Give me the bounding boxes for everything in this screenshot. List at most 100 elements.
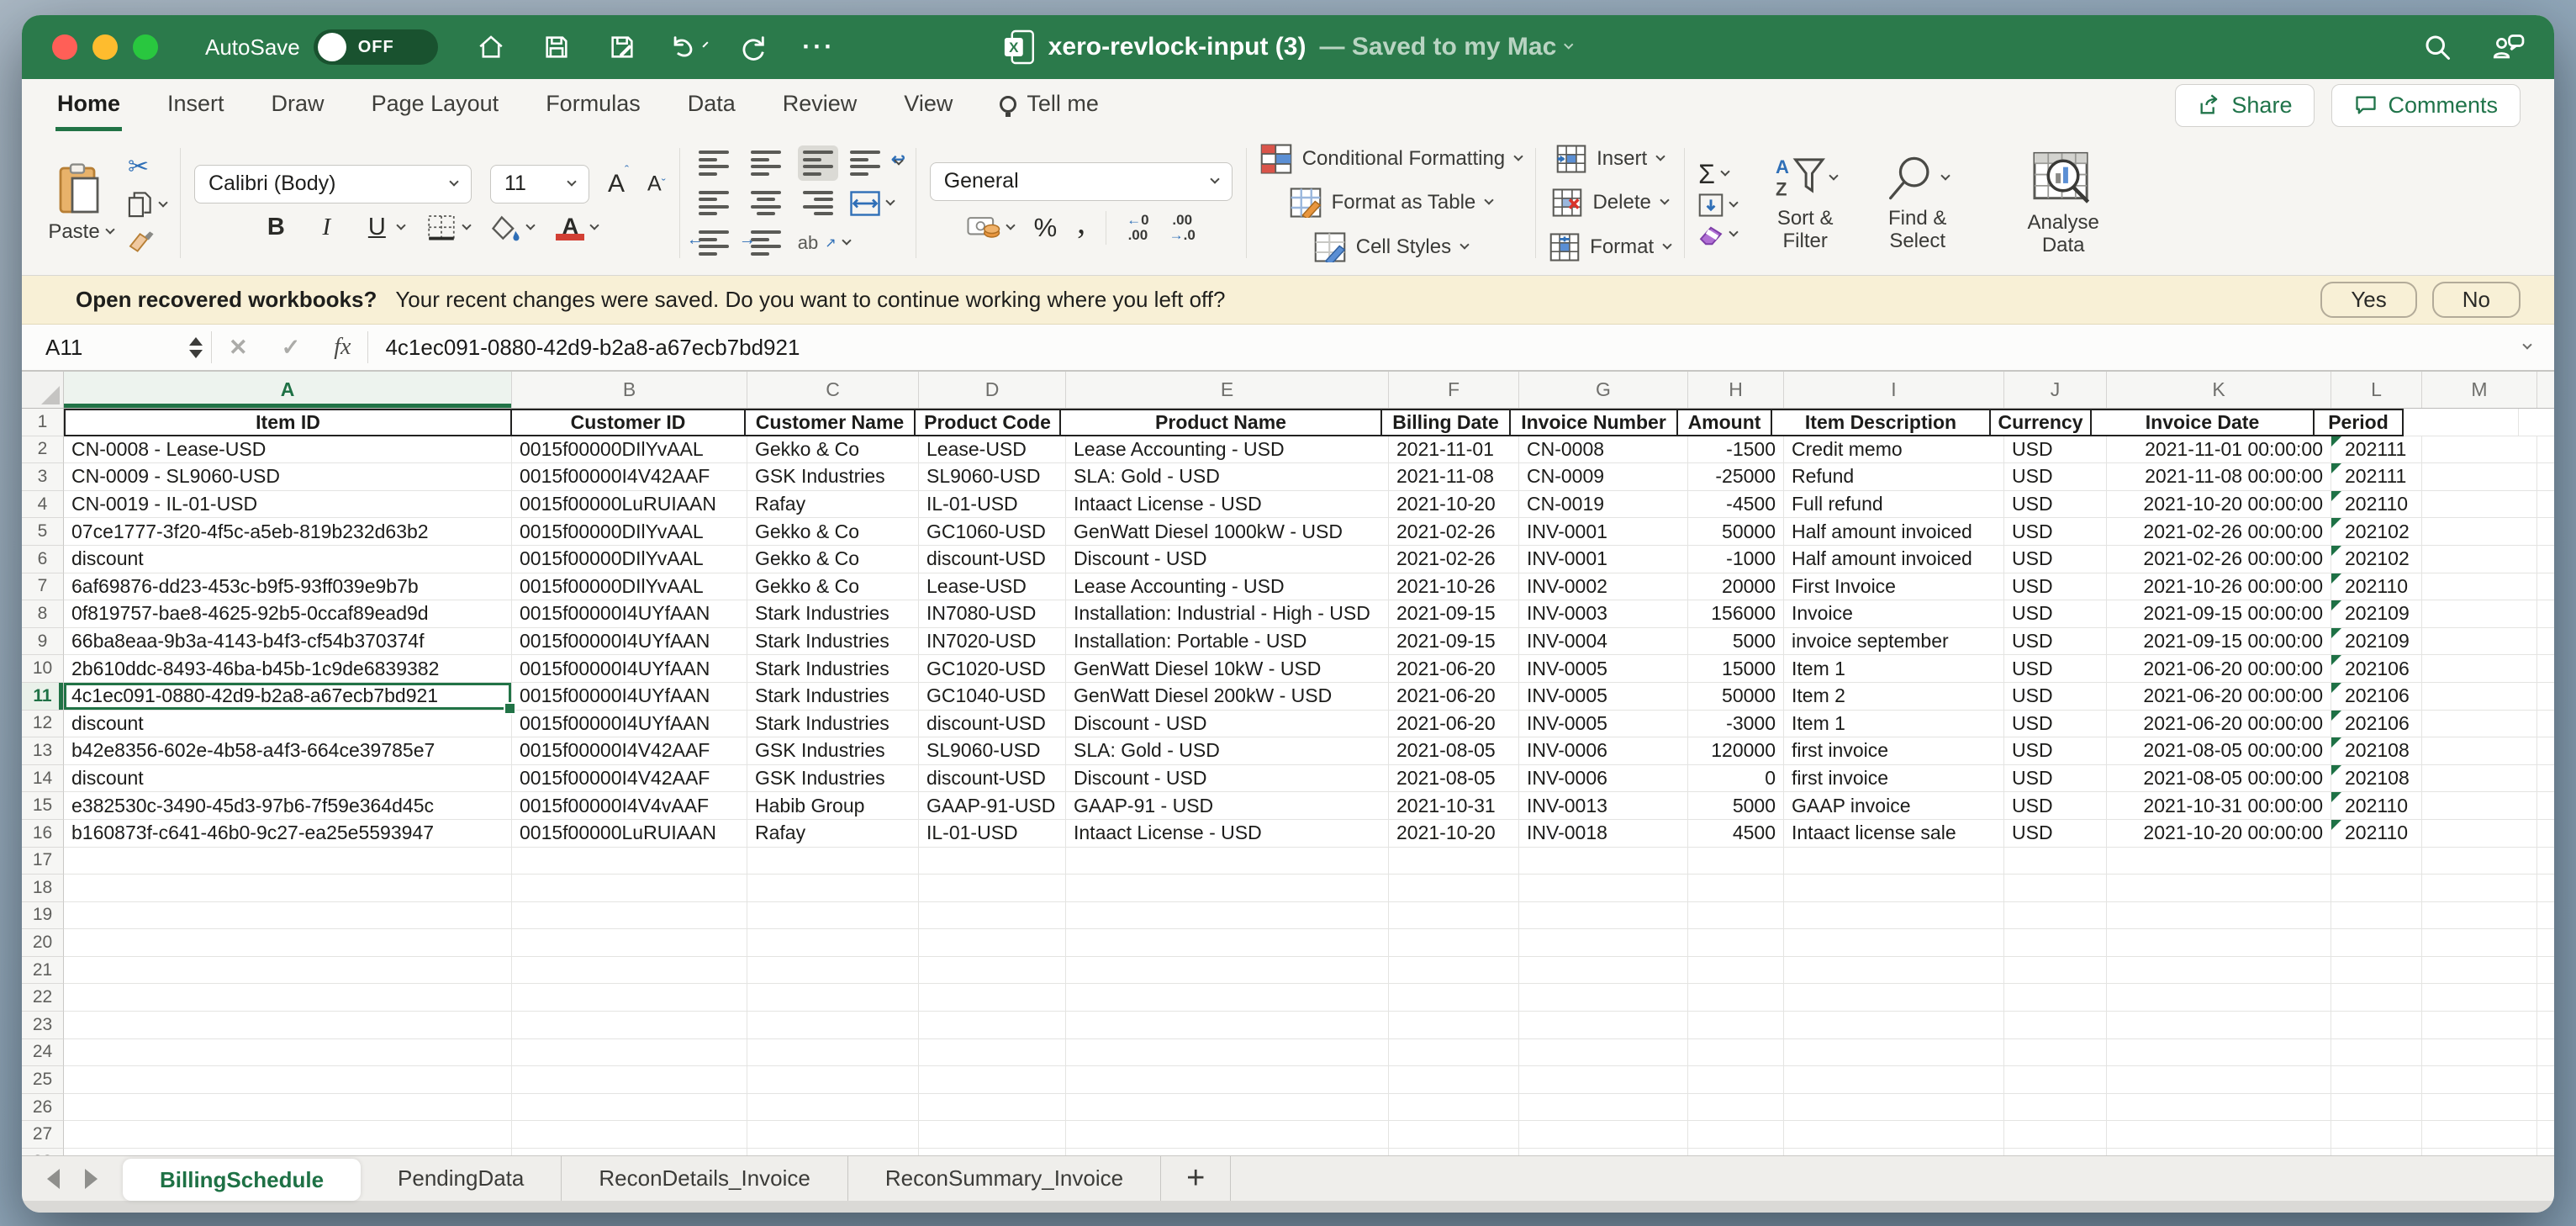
cell-I14[interactable]: first invoice — [1784, 765, 2004, 793]
more-commands-icon[interactable]: ··· — [803, 31, 835, 63]
cell-B22[interactable] — [512, 984, 747, 1012]
cell-L25[interactable] — [2331, 1066, 2422, 1094]
cell-F22[interactable] — [1389, 984, 1519, 1012]
cell-L18[interactable] — [2331, 875, 2422, 902]
minimize-window-button[interactable] — [92, 34, 118, 60]
cell-A10[interactable]: 2b610ddc-8493-46ba-b45b-1c9de6839382 — [64, 655, 512, 683]
cell-H13[interactable]: 120000 — [1688, 737, 1784, 765]
yes-button[interactable]: Yes — [2320, 282, 2416, 318]
cell-B16[interactable]: 0015f00000LuRUIAAN — [512, 820, 747, 848]
zoom-window-button[interactable] — [133, 34, 158, 60]
cell-F23[interactable] — [1389, 1012, 1519, 1039]
cell-I10[interactable]: Item 1 — [1784, 655, 2004, 683]
cell-C16[interactable]: Rafay — [747, 820, 919, 848]
row-header-4[interactable]: 4 — [22, 491, 64, 519]
cell-M19[interactable] — [2422, 902, 2537, 930]
cell-J8[interactable]: USD — [2004, 600, 2107, 628]
cell-K1[interactable]: Invoice Date — [2090, 409, 2315, 436]
font-size-select[interactable]: 11 — [490, 165, 589, 203]
cell-L13[interactable]: 202108 — [2331, 737, 2422, 765]
cell-J4[interactable]: USD — [2004, 491, 2107, 519]
cell-D10[interactable]: GC1020-USD — [919, 655, 1066, 683]
cell-A17[interactable] — [64, 848, 512, 875]
cell-H20[interactable] — [1688, 929, 1784, 957]
cell-X22[interactable] — [2537, 984, 2554, 1012]
row-header-28[interactable]: 28 — [22, 1149, 64, 1155]
wrap-text-button[interactable]: ↩ — [850, 151, 902, 176]
cell-B23[interactable] — [512, 1012, 747, 1039]
cell-B21[interactable] — [512, 957, 747, 985]
save-icon[interactable] — [541, 31, 573, 63]
cell-M5[interactable] — [2422, 518, 2537, 546]
cell-K14[interactable]: 2021-08-05 00:00:00 — [2107, 765, 2331, 793]
cell-H28[interactable] — [1688, 1149, 1784, 1155]
cell-K9[interactable]: 2021-09-15 00:00:00 — [2107, 628, 2331, 656]
cell-X15[interactable] — [2537, 792, 2554, 820]
cell-L8[interactable]: 202109 — [2331, 600, 2422, 628]
cell-G28[interactable] — [1519, 1149, 1688, 1155]
cell-D6[interactable]: discount-USD — [919, 546, 1066, 573]
cell-B14[interactable]: 0015f00000I4V42AAF — [512, 765, 747, 793]
cell-H18[interactable] — [1688, 875, 1784, 902]
autosum-button[interactable]: Σ — [1698, 161, 1737, 187]
cell-L28[interactable] — [2331, 1149, 2422, 1155]
next-sheet-icon[interactable] — [85, 1169, 98, 1189]
cell-X26[interactable] — [2537, 1094, 2554, 1122]
cell-D5[interactable]: GC1060-USD — [919, 518, 1066, 546]
cell-D9[interactable]: IN7020-USD — [919, 628, 1066, 656]
cell-A1[interactable]: Item ID — [64, 409, 512, 436]
cell-H7[interactable]: 20000 — [1688, 573, 1784, 601]
cell-A4[interactable]: CN-0019 - IL-01-USD — [64, 491, 512, 519]
cell-L1[interactable]: Period — [2313, 409, 2404, 436]
cell-K13[interactable]: 2021-08-05 00:00:00 — [2107, 737, 2331, 765]
orientation-button[interactable]: ab↗ — [798, 232, 850, 254]
increase-font-size-button[interactable]: Aˆ — [608, 170, 629, 198]
cell-I6[interactable]: Half amount invoiced — [1784, 546, 2004, 573]
cell-B26[interactable] — [512, 1094, 747, 1122]
cell-A3[interactable]: CN-0009 - SL9060-USD — [64, 463, 512, 491]
column-header-H[interactable]: H — [1688, 372, 1784, 408]
format-painter-button[interactable] — [128, 229, 166, 254]
cell-F12[interactable]: 2021-06-20 — [1389, 711, 1519, 738]
cell-D13[interactable]: SL9060-USD — [919, 737, 1066, 765]
cell-I17[interactable] — [1784, 848, 2004, 875]
cell-C13[interactable]: GSK Industries — [747, 737, 919, 765]
row-header-14[interactable]: 14 — [22, 765, 64, 793]
row-header-10[interactable]: 10 — [22, 655, 64, 683]
cell-D8[interactable]: IN7080-USD — [919, 600, 1066, 628]
cell-A20[interactable] — [64, 929, 512, 957]
cell-G23[interactable] — [1519, 1012, 1688, 1039]
cell-K22[interactable] — [2107, 984, 2331, 1012]
cell-D14[interactable]: discount-USD — [919, 765, 1066, 793]
column-header-G[interactable]: G — [1519, 372, 1688, 408]
cell-H10[interactable]: 15000 — [1688, 655, 1784, 683]
cell-J24[interactable] — [2004, 1039, 2107, 1067]
cell-F13[interactable]: 2021-08-05 — [1389, 737, 1519, 765]
cell-L16[interactable]: 202110 — [2331, 820, 2422, 848]
cell-X14[interactable] — [2537, 765, 2554, 793]
cell-E26[interactable] — [1066, 1094, 1389, 1122]
cell-F5[interactable]: 2021-02-26 — [1389, 518, 1519, 546]
cell-J12[interactable]: USD — [2004, 711, 2107, 738]
cell-M22[interactable] — [2422, 984, 2537, 1012]
cell-H17[interactable] — [1688, 848, 1784, 875]
font-color-button[interactable]: A — [556, 215, 598, 240]
cell-J19[interactable] — [2004, 902, 2107, 930]
cell-D26[interactable] — [919, 1094, 1066, 1122]
row-header-13[interactable]: 13 — [22, 737, 64, 765]
cell-L26[interactable] — [2331, 1094, 2422, 1122]
cell-K12[interactable]: 2021-06-20 00:00:00 — [2107, 711, 2331, 738]
sheet-tab-reconsummary_invoice[interactable]: ReconSummary_Invoice — [848, 1156, 1161, 1201]
confirm-entry-icon[interactable]: ✓ — [265, 335, 318, 361]
cell-A27[interactable] — [64, 1121, 512, 1149]
sheet-tab-recondetails_invoice[interactable]: ReconDetails_Invoice — [562, 1156, 847, 1201]
cell-J13[interactable]: USD — [2004, 737, 2107, 765]
cell-H5[interactable]: 50000 — [1688, 518, 1784, 546]
cell-M14[interactable] — [2422, 765, 2537, 793]
cancel-entry-icon[interactable]: ✕ — [212, 335, 265, 361]
cell-F8[interactable]: 2021-09-15 — [1389, 600, 1519, 628]
cell-X12[interactable] — [2537, 711, 2554, 738]
cell-A26[interactable] — [64, 1094, 512, 1122]
cell-F28[interactable] — [1389, 1149, 1519, 1155]
cell-B4[interactable]: 0015f00000LuRUIAAN — [512, 491, 747, 519]
